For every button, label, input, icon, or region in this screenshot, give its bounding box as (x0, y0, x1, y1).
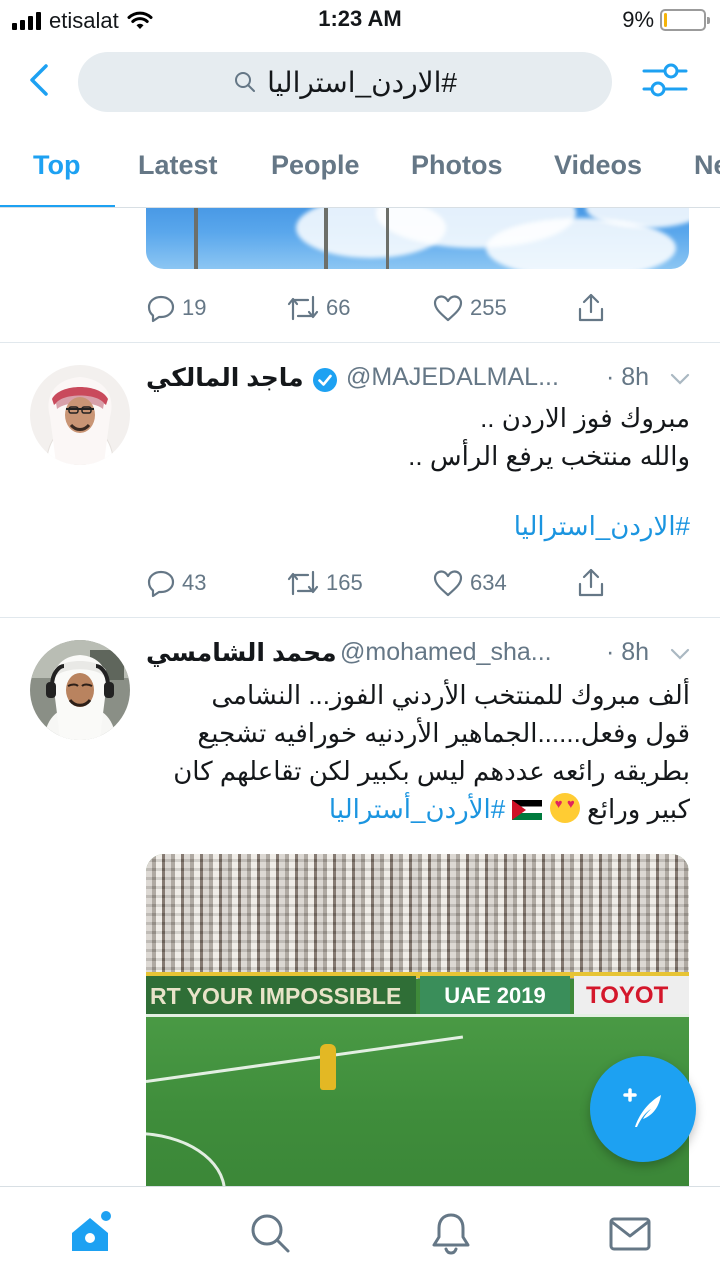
like-count: 255 (470, 295, 507, 320)
user-handle[interactable]: @mohamed_sha... (340, 638, 552, 667)
tweet-text-line: مبروك فوز الاردن .. (480, 403, 690, 433)
heart-icon (433, 570, 463, 597)
tweet-media-image[interactable] (146, 208, 689, 269)
tweet-text-line: والله منتخب يرفع الرأس .. (408, 441, 690, 471)
search-results-feed[interactable]: 19 66 255 ماجد المالكي @MAJEDALMAL... · … (0, 208, 720, 1186)
tab-photos[interactable]: Photos (411, 150, 503, 181)
player (320, 1044, 336, 1090)
clock: 1:23 AM (318, 6, 402, 31)
search-input[interactable]: #الاردن_استراليا (78, 52, 612, 112)
battery-info: 9% (622, 7, 710, 33)
sliders-icon[interactable] (640, 58, 690, 102)
battery-level (664, 13, 668, 27)
compose-tweet-button[interactable] (590, 1056, 696, 1162)
ad-board: RT YOUR IMPOSSIBLE (146, 976, 416, 1016)
tab-latest[interactable]: Latest (138, 150, 218, 181)
retweet-button[interactable]: 165 (286, 563, 363, 603)
user-handle[interactable]: @MAJEDALMAL... (346, 363, 559, 392)
retweet-count: 66 (326, 295, 351, 320)
tweet-hashtag-line: #الاردن_استراليا (146, 507, 690, 545)
tweet-text: ألف مبروك للمنتخب الأردني الفوز... النشا… (146, 676, 690, 828)
tab-people[interactable]: People (271, 150, 360, 181)
compose-feather-icon (623, 1088, 661, 1127)
avatar[interactable] (30, 640, 130, 740)
tweet-header: محمد الشامسي @mohamed_sha... · 8h (146, 638, 692, 672)
display-name[interactable]: ماجد المالكي (146, 363, 304, 393)
reply-count: 43 (182, 570, 207, 595)
heart-eyes-emoji-icon (549, 793, 580, 823)
display-name[interactable]: محمد الشامسي (146, 638, 337, 668)
battery-percent: 9% (622, 7, 654, 32)
tweet-text-line: ألف مبروك للمنتخب الأردني الفوز... النشا… (211, 680, 690, 710)
tweet-text-line: قول وفعل......الجماهير الأردنيه خورافيه … (197, 718, 690, 748)
ad-board: TOYOT (574, 976, 689, 1016)
retweet-button[interactable]: 66 (286, 288, 350, 328)
reply-icon (147, 295, 175, 323)
tab-top[interactable]: Top (33, 150, 80, 181)
notifications-icon[interactable] (427, 1209, 475, 1257)
reply-count: 19 (182, 295, 207, 320)
avatar[interactable] (30, 365, 130, 465)
reply-button[interactable]: 43 (146, 563, 206, 603)
chevron-down-icon[interactable] (668, 642, 692, 666)
ad-board: UAE 2019 (420, 976, 570, 1016)
tweet-text-line: بطريقه رائعه عددهم ليس بكبير لكن تقاعلهم… (173, 756, 690, 786)
verified-badge-icon (313, 368, 337, 392)
search-icon (235, 72, 256, 92)
heart-icon (433, 295, 463, 322)
bottom-navigation (0, 1186, 720, 1280)
tab-videos[interactable]: Videos (554, 150, 642, 181)
retweet-icon (287, 295, 319, 321)
share-icon (578, 293, 604, 322)
search-header: #الاردن_استراليا (0, 40, 720, 124)
retweet-icon (287, 570, 319, 596)
tab-news[interactable]: Ne (694, 150, 720, 181)
like-count: 634 (470, 570, 507, 595)
like-button[interactable]: 634 (432, 563, 507, 603)
share-button[interactable] (576, 288, 606, 328)
hashtag-link[interactable]: #الاردن_استراليا (514, 511, 690, 541)
chevron-down-icon[interactable] (668, 367, 692, 391)
search-query: #الاردن_استراليا (267, 66, 457, 98)
hashtag-link[interactable]: #الأردن_أستراليا (329, 794, 505, 824)
tweet-text-line: كبير ورائع (586, 794, 690, 824)
reply-button[interactable]: 19 (146, 288, 206, 328)
battery-icon (660, 9, 710, 31)
share-icon (578, 568, 604, 597)
retweet-count: 165 (326, 570, 363, 595)
jordan-flag-icon (512, 800, 543, 820)
like-button[interactable]: 255 (432, 288, 507, 328)
search-tabs: Top Latest People Photos Videos Ne (0, 124, 720, 208)
tweet-text: مبروك فوز الاردن .. والله منتخب يرفع الر… (146, 399, 690, 475)
home-icon[interactable] (66, 1209, 114, 1257)
tweet-item[interactable]: ماجد المالكي @MAJEDALMAL... · 8h مبروك ف… (0, 343, 720, 617)
search-icon[interactable] (246, 1209, 294, 1257)
tweet-text-last-line: كبير ورائع #الأردن_أستراليا (146, 790, 690, 828)
messages-icon[interactable] (606, 1209, 654, 1257)
reply-icon (147, 570, 175, 598)
share-button[interactable] (576, 563, 606, 603)
tweet-header: ماجد المالكي @MAJEDALMAL... · 8h (146, 363, 692, 397)
tweet-timestamp: · 8h (606, 638, 650, 666)
tweet-timestamp: · 8h (606, 363, 650, 391)
chevron-left-icon[interactable] (20, 60, 60, 100)
status-bar: etisalat 1:23 AM 9% (0, 0, 720, 40)
